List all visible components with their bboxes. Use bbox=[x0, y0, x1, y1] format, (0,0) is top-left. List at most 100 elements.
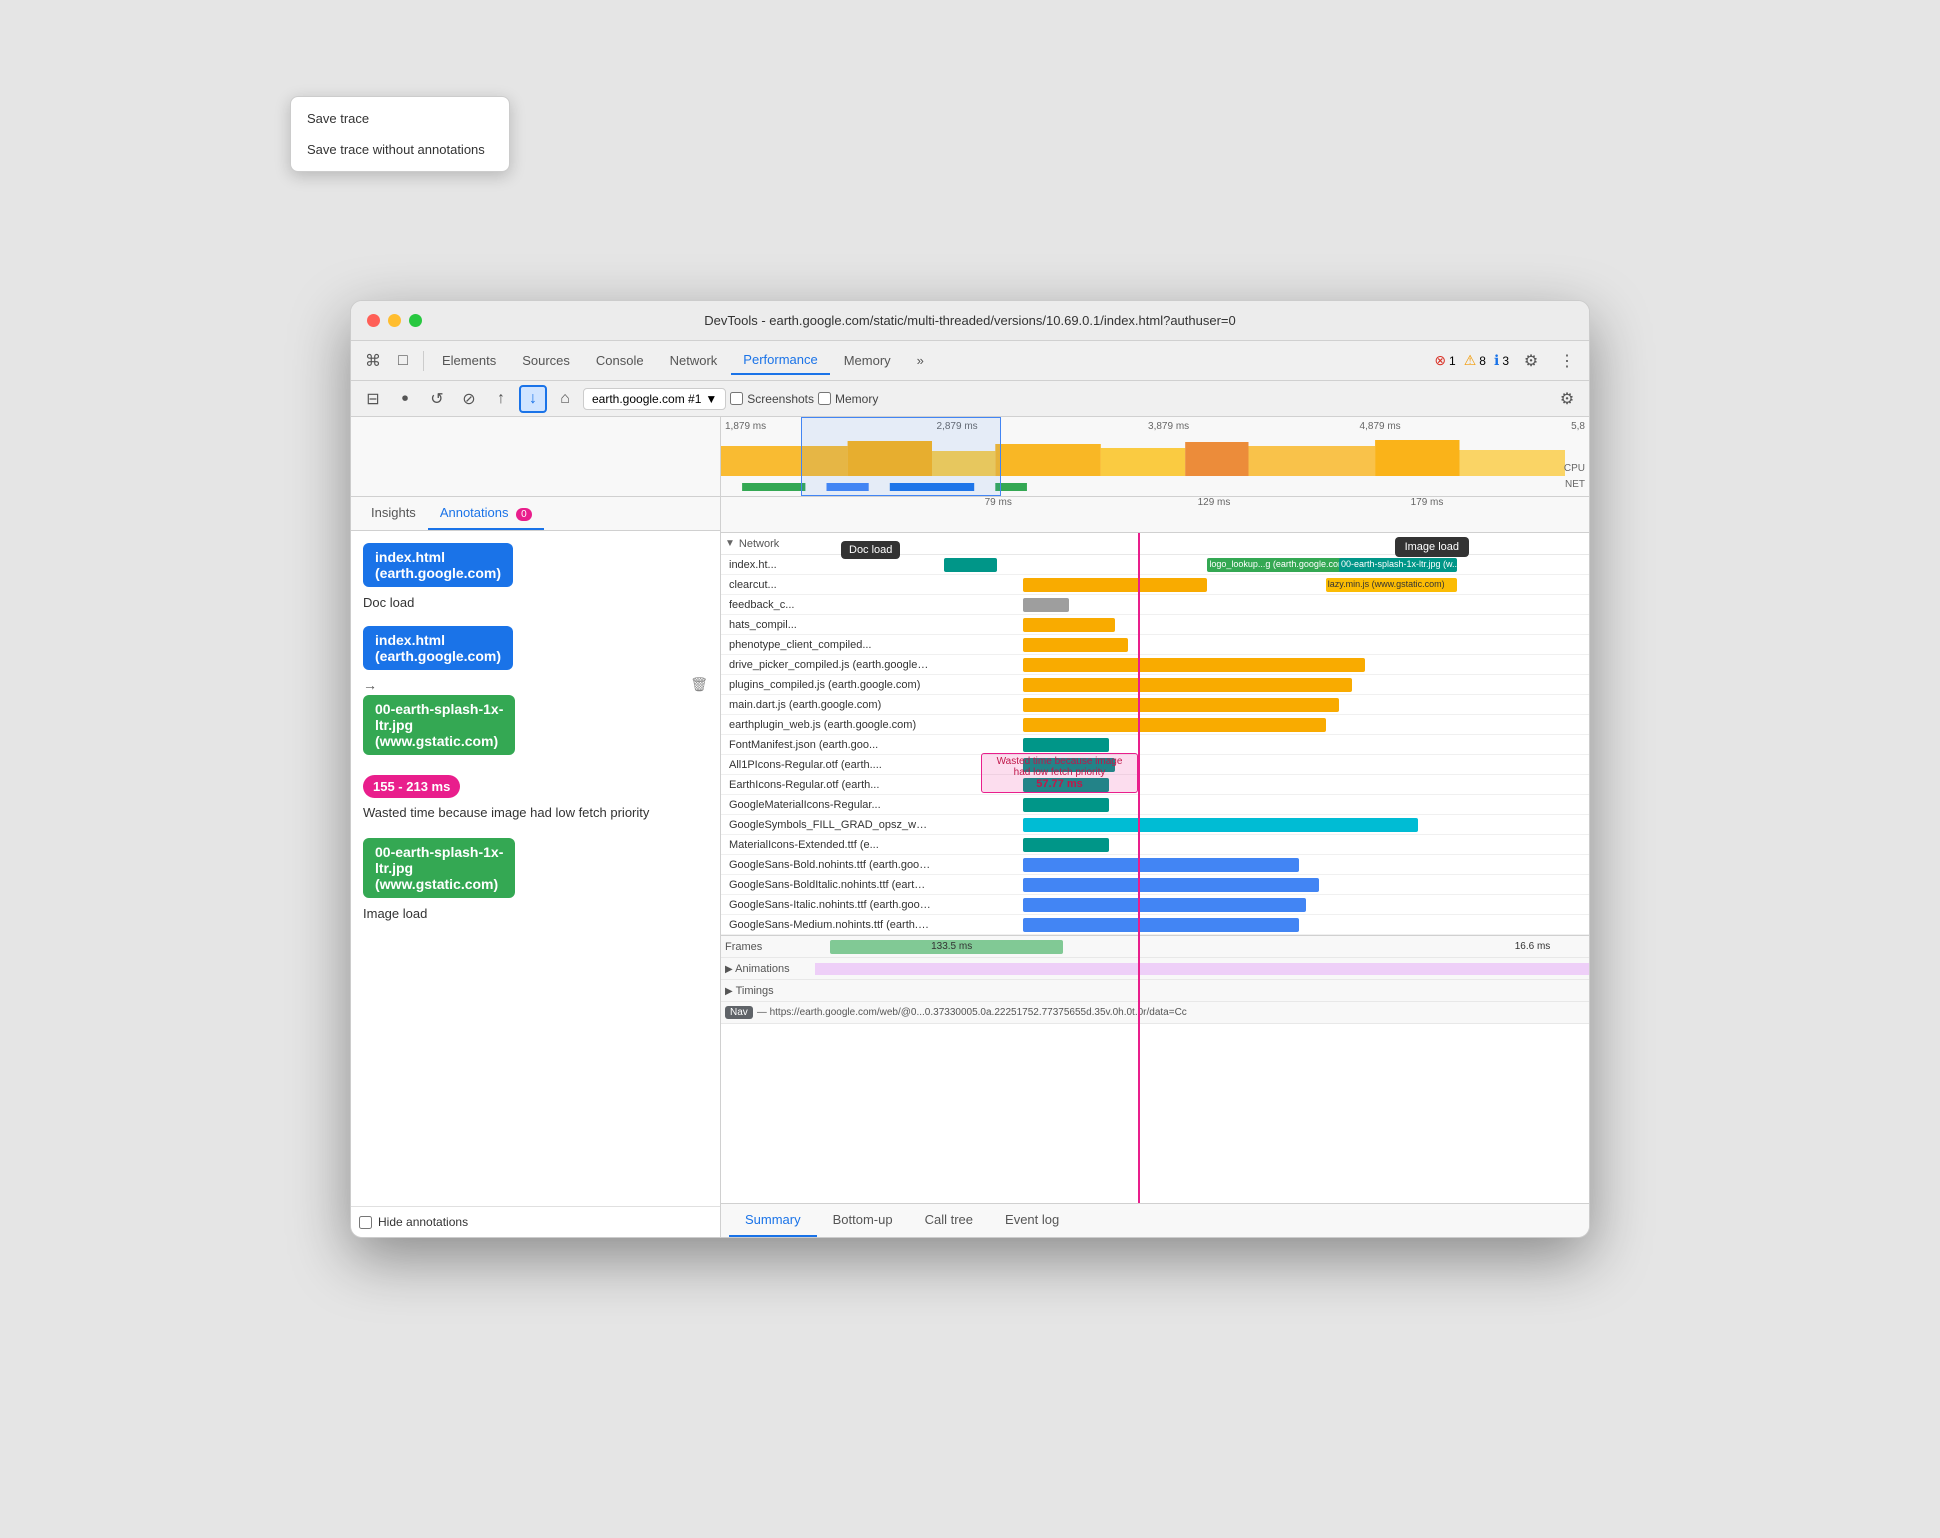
error-badge-yellow[interactable]: ⚠ 8 bbox=[1464, 352, 1486, 369]
tab-bottom-up[interactable]: Bottom-up bbox=[817, 1204, 909, 1237]
row-label-5: drive_picker_compiled.js (earth.google.c… bbox=[721, 659, 931, 671]
row-bar-area-0: logo_lookup...g (earth.google.com) 00-ea… bbox=[931, 555, 1589, 574]
row-bar-area-2 bbox=[931, 595, 1589, 614]
traffic-lights bbox=[367, 314, 422, 327]
url-selector[interactable]: earth.google.com #1 ▼ bbox=[583, 388, 726, 410]
tab-more[interactable]: » bbox=[905, 347, 936, 374]
annotations-count: 0 bbox=[516, 508, 532, 521]
tab-summary[interactable]: Summary bbox=[729, 1204, 817, 1237]
row-label-7: main.dart.js (earth.google.com) bbox=[721, 699, 931, 711]
row-bar-area-4 bbox=[931, 635, 1589, 654]
timeline-area[interactable]: Doc load Image load ▼ Network index.ht..… bbox=[721, 533, 1589, 1203]
tab-network[interactable]: Network bbox=[658, 347, 730, 374]
sidebar-tabs: Insights Annotations 0 bbox=[351, 497, 720, 531]
vertical-timeline-marker bbox=[1138, 533, 1140, 1203]
row-bar-area-5 bbox=[931, 655, 1589, 674]
error-badge-blue[interactable]: ℹ 3 bbox=[1494, 352, 1509, 369]
row-bar-area-13 bbox=[931, 815, 1589, 834]
tab-annotations[interactable]: Annotations 0 bbox=[428, 497, 544, 530]
detail-tick-3: 179 ms bbox=[1411, 497, 1444, 508]
bar-9 bbox=[1023, 738, 1109, 752]
tab-sources[interactable]: Sources bbox=[510, 347, 582, 374]
maximize-button[interactable] bbox=[409, 314, 422, 327]
animations-label: Animations bbox=[735, 963, 789, 975]
row-label-17: GoogleSans-Italic.nohints.ttf (earth.goo… bbox=[721, 899, 931, 911]
upload-icon[interactable]: ↑ bbox=[487, 385, 515, 413]
annotation-card-1: index.html (earth.google.com) Doc load bbox=[363, 543, 708, 610]
row-bar-area-7 bbox=[931, 695, 1589, 714]
waterfall-row-14: MaterialIcons-Extended.ttf (e... bbox=[721, 835, 1589, 855]
row-label-9: FontManifest.json (earth.goo... bbox=[721, 739, 931, 751]
bar-13 bbox=[1023, 818, 1418, 832]
timeline-detail-ruler: 79 ms 129 ms 179 ms bbox=[721, 497, 1589, 533]
waterfall-row-8: earthplugin_web.js (earth.google.com) bbox=[721, 715, 1589, 735]
waterfall-row-10: All1PIcons-Regular.otf (earth.... bbox=[721, 755, 1589, 775]
nav-url: — https://earth.google.com/web/@0...0.37… bbox=[757, 1007, 1187, 1018]
timeline-selection[interactable] bbox=[801, 417, 1001, 496]
row-bar-area-1: lazy.min.js (www.gstatic.com) bbox=[931, 575, 1589, 594]
row-label-8: earthplugin_web.js (earth.google.com) bbox=[721, 719, 931, 731]
tab-call-tree[interactable]: Call tree bbox=[909, 1204, 989, 1237]
hide-annotations-checkbox[interactable] bbox=[359, 1216, 372, 1229]
clear-icon[interactable]: ⊘ bbox=[455, 385, 483, 413]
network-expand-arrow[interactable]: ▼ bbox=[725, 538, 735, 549]
row-label-3: hats_compil... bbox=[721, 619, 931, 631]
annotation-badge-2a: index.html (earth.google.com) bbox=[363, 626, 513, 670]
tab-memory[interactable]: Memory bbox=[832, 347, 903, 374]
reload-icon[interactable]: ↺ bbox=[423, 385, 451, 413]
row-label-2: feedback_c... bbox=[721, 599, 931, 611]
frames-row: Frames 133.5 ms 16.6 ms bbox=[721, 936, 1589, 958]
waterfall-row-6: plugins_compiled.js (earth.google.com) bbox=[721, 675, 1589, 695]
close-button[interactable] bbox=[367, 314, 380, 327]
sidebar: Insights Annotations 0 index.html (earth… bbox=[351, 497, 721, 1237]
main-toolbar: ⌘ □ Elements Sources Console Network Per… bbox=[351, 341, 1589, 381]
home-icon[interactable]: ⌂ bbox=[551, 385, 579, 413]
minimize-button[interactable] bbox=[388, 314, 401, 327]
screenshots-checkbox[interactable] bbox=[730, 392, 743, 405]
tab-console[interactable]: Console bbox=[584, 347, 656, 374]
toolbar-settings-icon[interactable]: ⚙ bbox=[1553, 385, 1581, 413]
bar-lazy: lazy.min.js (www.gstatic.com) bbox=[1326, 578, 1458, 592]
more-options-icon[interactable]: ⋮ bbox=[1553, 347, 1581, 375]
animations-bar-area bbox=[815, 958, 1589, 979]
download-icon[interactable]: ↓ bbox=[519, 385, 547, 413]
bar-15 bbox=[1023, 858, 1299, 872]
time-range-badge: 155 - 213 ms bbox=[363, 775, 460, 798]
toolbar-right: ⊗ 1 ⚠ 8 ℹ 3 ⚙ ⋮ bbox=[1434, 347, 1581, 375]
timings-row: ▶ Timings bbox=[721, 980, 1589, 1002]
row-label-14: MaterialIcons-Extended.ttf (e... bbox=[721, 839, 931, 851]
frames-bar-area: 133.5 ms 16.6 ms bbox=[815, 936, 1589, 957]
annotation-card-4: 00-earth-splash-1x- ltr.jpg (www.gstatic… bbox=[363, 838, 708, 921]
tab-elements[interactable]: Elements bbox=[430, 347, 508, 374]
settings-icon[interactable]: ⚙ bbox=[1517, 347, 1545, 375]
waterfall-row-2: feedback_c... bbox=[721, 595, 1589, 615]
timings-expand[interactable]: ▶ bbox=[725, 986, 733, 997]
row-bar-area-17 bbox=[931, 895, 1589, 914]
inspect-icon[interactable]: ⌘ bbox=[359, 347, 387, 375]
bar-18 bbox=[1023, 918, 1299, 932]
tab-performance[interactable]: Performance bbox=[731, 346, 829, 375]
animations-expand[interactable]: ▶ bbox=[725, 964, 733, 975]
tab-event-log[interactable]: Event log bbox=[989, 1204, 1075, 1237]
bar-5 bbox=[1023, 658, 1365, 672]
frames-time-1: 133.5 ms bbox=[931, 941, 972, 952]
waterfall-row-9: FontManifest.json (earth.goo... bbox=[721, 735, 1589, 755]
row-bar-area-6 bbox=[931, 675, 1589, 694]
row-bar-area-8 bbox=[931, 715, 1589, 734]
row-label-6: plugins_compiled.js (earth.google.com) bbox=[721, 679, 931, 691]
panel-left-icon[interactable]: ⊟ bbox=[359, 385, 387, 413]
net-label: NET bbox=[1565, 479, 1585, 490]
waterfall-row-3: hats_compil... bbox=[721, 615, 1589, 635]
device-icon[interactable]: □ bbox=[389, 347, 417, 375]
delete-icon[interactable]: 🗑 bbox=[690, 676, 708, 693]
main-panel: 79 ms 129 ms 179 ms Doc load Image load bbox=[721, 497, 1589, 1237]
main-body: Insights Annotations 0 index.html (earth… bbox=[351, 497, 1589, 1237]
tab-insights[interactable]: Insights bbox=[359, 497, 428, 530]
record-icon[interactable]: ⏺ bbox=[391, 385, 419, 413]
error-badge-red[interactable]: ⊗ 1 bbox=[1434, 352, 1455, 369]
memory-checkbox[interactable] bbox=[818, 392, 831, 405]
bar-splash: 00-earth-splash-1x-ltr.jpg (w... bbox=[1339, 558, 1457, 572]
memory-checkbox-group: Memory bbox=[818, 392, 878, 406]
waterfall-row-5: drive_picker_compiled.js (earth.google.c… bbox=[721, 655, 1589, 675]
bar-14 bbox=[1023, 838, 1109, 852]
